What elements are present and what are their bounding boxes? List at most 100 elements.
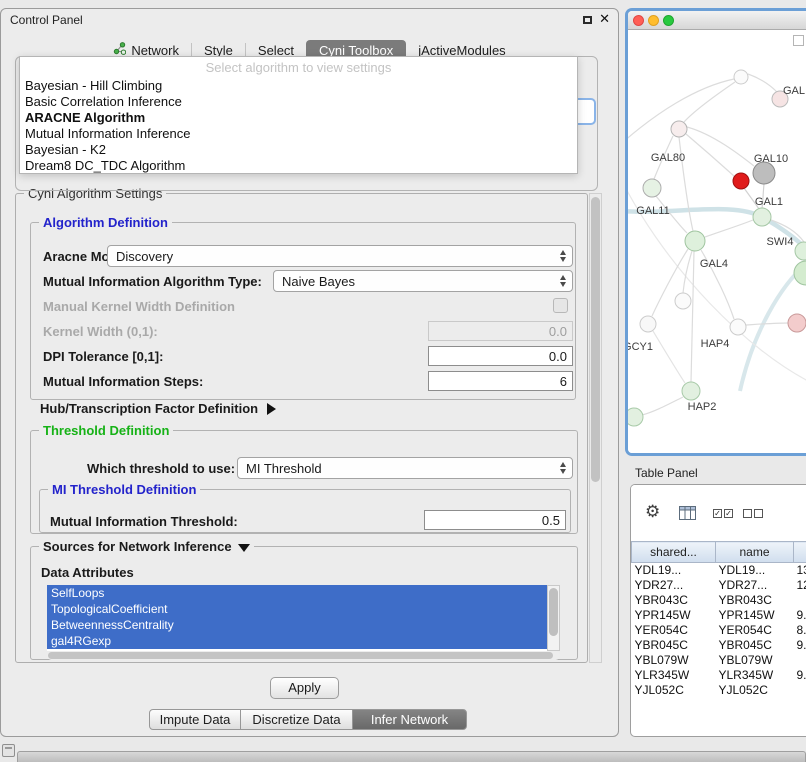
deselect-all-icon[interactable]: [743, 509, 763, 518]
attribute-item-selected[interactable]: TopologicalCoefficient: [47, 601, 547, 617]
dropdown-item[interactable]: Bayesian - Hill Climbing: [20, 78, 577, 94]
mi-algorithm-type-select[interactable]: Naive Bayes: [273, 270, 573, 292]
which-threshold-select[interactable]: MI Threshold: [237, 457, 573, 479]
column-header-cut[interactable]: [794, 542, 806, 563]
sources-collapse-toggle[interactable]: Sources for Network Inference: [39, 539, 254, 554]
table-row[interactable]: YPR145WYPR145W9.: [632, 608, 806, 623]
network-node[interactable]: [628, 408, 643, 426]
table-cell[interactable]: YDR27...: [632, 578, 716, 593]
scrollbar-button[interactable]: [793, 35, 804, 46]
dropdown-item-selected[interactable]: ARACNE Algorithm: [20, 110, 577, 126]
select-all-icon[interactable]: ✓✓: [713, 509, 733, 518]
dropdown-item[interactable]: Basic Correlation Inference: [20, 94, 577, 110]
table-cell[interactable]: [794, 653, 806, 668]
attribute-item-selected[interactable]: SelfLoops: [47, 585, 547, 601]
network-node[interactable]: [730, 319, 746, 335]
network-node[interactable]: [753, 208, 771, 226]
table-panel-window: ⚙ ✓✓ shared... name YDL19...YDL19...13YD…: [630, 484, 806, 737]
network-node[interactable]: [795, 242, 806, 260]
table-cell[interactable]: YER054C: [716, 623, 794, 638]
table-row[interactable]: YJL052CYJL052C: [632, 683, 806, 698]
network-node[interactable]: [675, 293, 691, 309]
settings-scrollbar[interactable]: [589, 193, 602, 663]
table-row[interactable]: YBL079WYBL079W: [632, 653, 806, 668]
table-cell[interactable]: [794, 683, 806, 698]
table-cell[interactable]: YBL079W: [632, 653, 716, 668]
gear-icon[interactable]: ⚙: [645, 503, 660, 520]
float-window-icon[interactable]: [583, 16, 592, 24]
dropdown-item[interactable]: Dream8 DC_TDC Algorithm: [20, 158, 577, 174]
close-traffic-light[interactable]: [633, 15, 644, 26]
table-cell[interactable]: YJL052C: [716, 683, 794, 698]
table-row[interactable]: YBR045CYBR045C9.: [632, 638, 806, 653]
aracne-mode-value: Discovery: [116, 249, 173, 264]
tab-impute-data[interactable]: Impute Data: [149, 709, 241, 730]
table-row[interactable]: YBR043CYBR043C: [632, 593, 806, 608]
network-node[interactable]: [734, 70, 748, 84]
table-cell[interactable]: YLR345W: [632, 668, 716, 683]
scrollbar-thumb[interactable]: [591, 197, 600, 482]
minimize-traffic-light[interactable]: [648, 15, 659, 26]
attribute-item-selected[interactable]: BetweennessCentrality: [47, 617, 547, 633]
table-cell[interactable]: YJL052C: [632, 683, 716, 698]
expand-arrow-icon: [267, 403, 276, 415]
table-row[interactable]: YER054CYER054C8.: [632, 623, 806, 638]
table-cell[interactable]: YDL19...: [716, 563, 794, 578]
tab-discretize-data[interactable]: Discretize Data: [240, 709, 353, 730]
table-cell[interactable]: YBL079W: [716, 653, 794, 668]
table-cell[interactable]: YBR043C: [632, 593, 716, 608]
column-header-shared-name[interactable]: shared...: [632, 542, 716, 563]
table-cell[interactable]: [794, 593, 806, 608]
table-cell[interactable]: YBR045C: [716, 638, 794, 653]
collapsed-panel-icon[interactable]: [2, 744, 15, 757]
network-node[interactable]: [788, 314, 806, 332]
table-row[interactable]: YLR345WYLR345W9.: [632, 668, 806, 683]
table-cell[interactable]: YDR27...: [716, 578, 794, 593]
hub-definition-toggle[interactable]: Hub/Transcription Factor Definition: [40, 401, 276, 416]
table-row[interactable]: YDL19...YDL19...13: [632, 563, 806, 578]
kernel-width-input[interactable]: 0.0: [428, 321, 573, 341]
network-node[interactable]: [794, 261, 806, 285]
table-cell[interactable]: YPR145W: [716, 608, 794, 623]
network-node[interactable]: [753, 162, 775, 184]
table-cell[interactable]: YPR145W: [632, 608, 716, 623]
table-row[interactable]: YDR27...YDR27...12: [632, 578, 806, 593]
attribute-list-vscrollbar[interactable]: [547, 585, 560, 651]
table-cell[interactable]: 9.: [794, 638, 806, 653]
aracne-mode-select[interactable]: Discovery: [107, 245, 573, 267]
table-cell[interactable]: YDL19...: [632, 563, 716, 578]
zoom-traffic-light[interactable]: [663, 15, 674, 26]
network-node[interactable]: [685, 231, 705, 251]
network-node[interactable]: [733, 173, 749, 189]
scrollbar-thumb[interactable]: [549, 588, 558, 636]
network-node[interactable]: [643, 179, 661, 197]
table-cell[interactable]: 12: [794, 578, 806, 593]
network-canvas[interactable]: GALGAL80GAL10GAL11GAL1SWI4GAL4GCY1HAP4HA…: [628, 31, 806, 453]
dropdown-item[interactable]: Bayesian - K2: [20, 142, 577, 158]
table-cell[interactable]: 9.: [794, 608, 806, 623]
scrollbar-thumb[interactable]: [48, 652, 553, 659]
table-cell[interactable]: 9.: [794, 668, 806, 683]
dropdown-item[interactable]: Mutual Information Inference: [20, 126, 577, 142]
manual-kernel-checkbox[interactable]: [553, 298, 568, 313]
network-node[interactable]: [671, 121, 687, 137]
dpi-tolerance-input[interactable]: 0.0: [428, 346, 573, 366]
table-cell[interactable]: 8.: [794, 623, 806, 638]
table-cell[interactable]: 13: [794, 563, 806, 578]
attribute-item-selected[interactable]: gal4RGexp: [47, 633, 547, 649]
table-cell[interactable]: YBR045C: [632, 638, 716, 653]
table-cell[interactable]: YLR345W: [716, 668, 794, 683]
network-node[interactable]: [682, 382, 700, 400]
apply-button[interactable]: Apply: [270, 677, 339, 699]
tab-infer-network[interactable]: Infer Network: [352, 709, 467, 730]
column-selector-icon[interactable]: [679, 506, 696, 523]
column-header-name[interactable]: name: [716, 542, 794, 563]
node-label: GAL10: [754, 153, 788, 165]
network-node[interactable]: [640, 316, 656, 332]
mi-steps-input[interactable]: 6: [428, 371, 573, 391]
table-cell[interactable]: YER054C: [632, 623, 716, 638]
mi-threshold-input[interactable]: 0.5: [424, 510, 566, 530]
attribute-list-hscrollbar[interactable]: [47, 651, 560, 660]
close-icon[interactable]: ✕: [599, 11, 610, 27]
table-cell[interactable]: YBR043C: [716, 593, 794, 608]
